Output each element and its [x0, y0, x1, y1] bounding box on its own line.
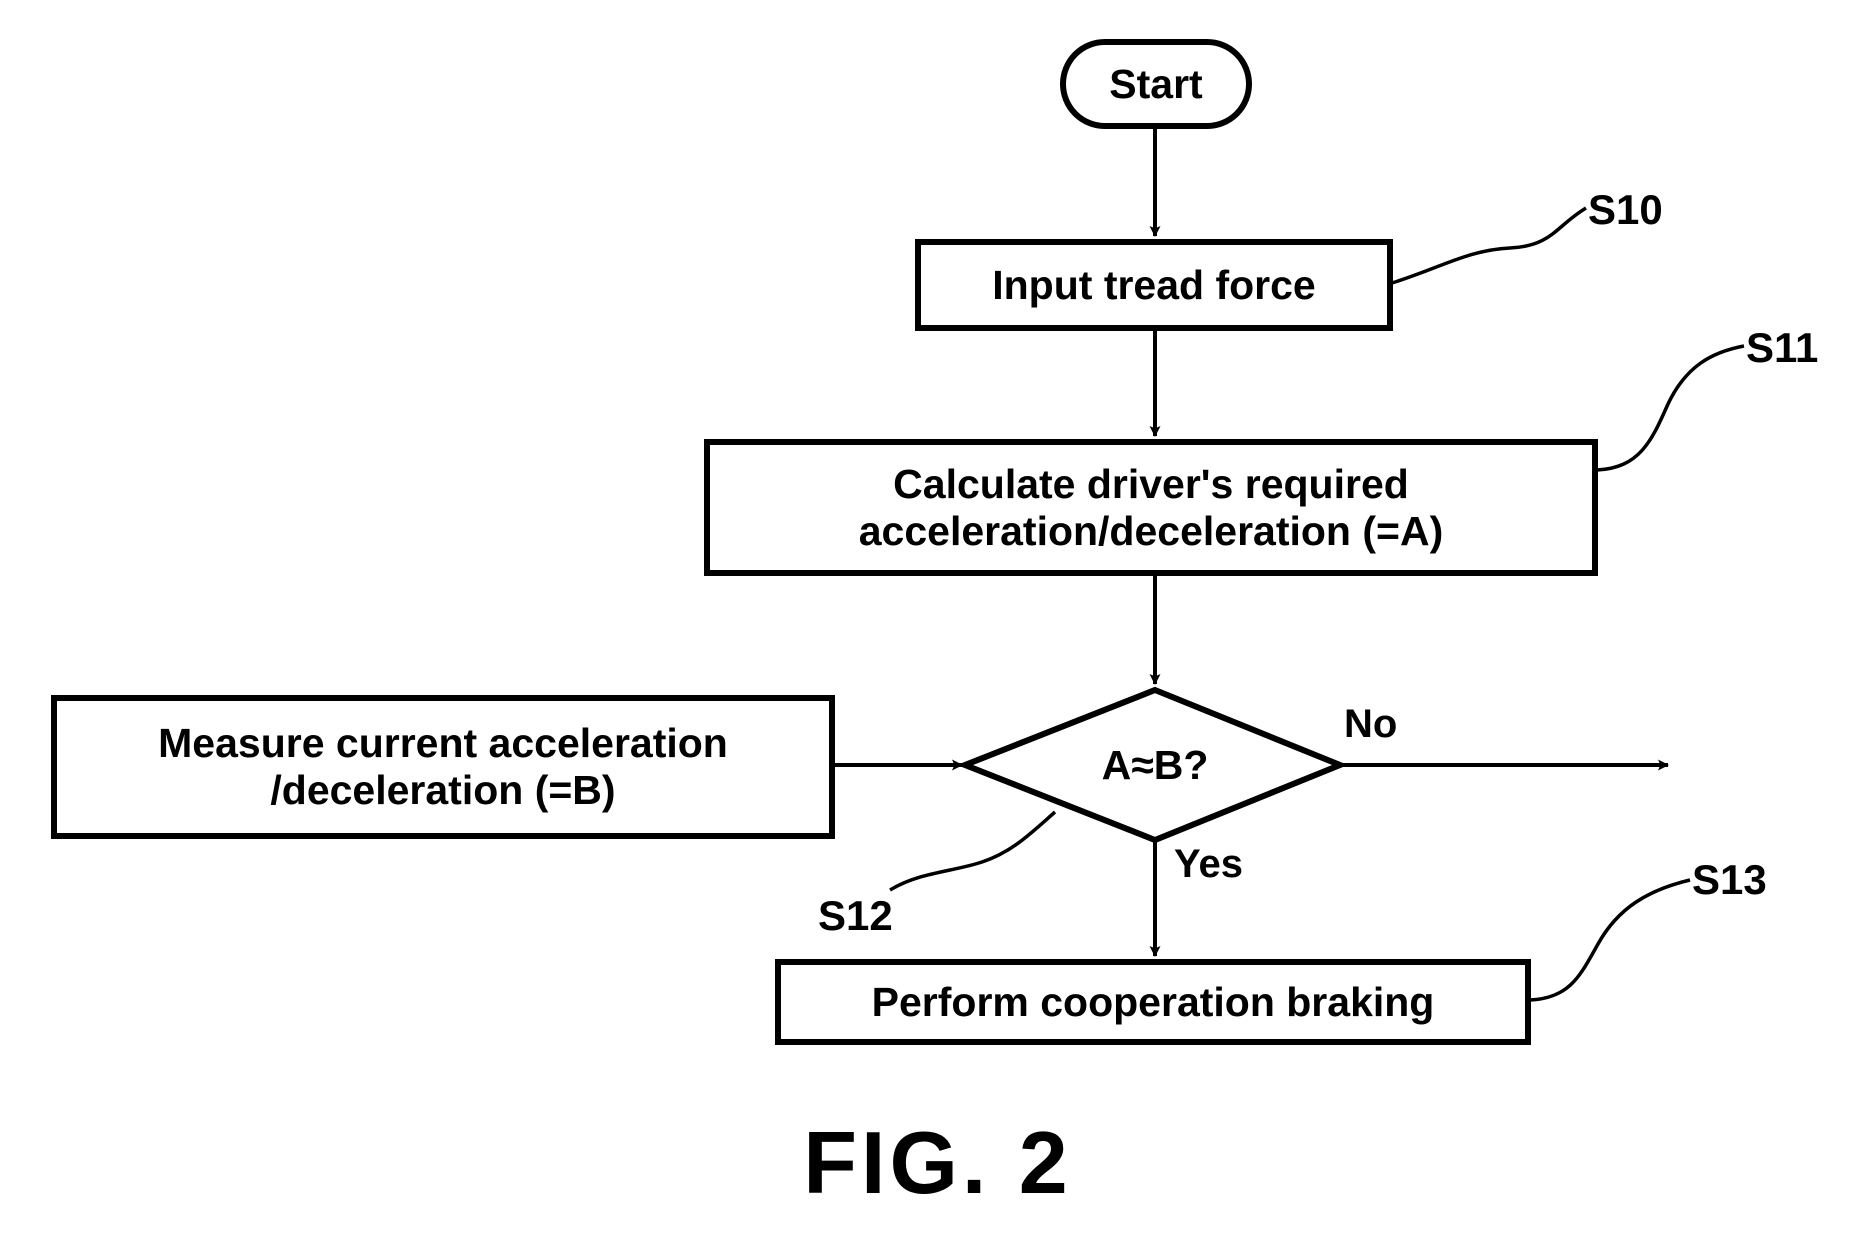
- leader-line-s12: [889, 810, 1057, 892]
- branch-label-no: No: [1344, 702, 1398, 746]
- node-s10-shape: [915, 239, 1393, 331]
- node-start-shape: [1060, 39, 1252, 129]
- node-s12-shape: [51, 695, 835, 839]
- node-decision-shape: [956, 686, 1348, 844]
- node-s13-shape: [775, 959, 1531, 1045]
- branch-label-yes: Yes: [1174, 842, 1243, 886]
- reference-label-s13: S13: [1692, 856, 1767, 903]
- leader-line-s11: [1596, 344, 1745, 472]
- reference-label-s10: S10: [1588, 186, 1663, 233]
- reference-label-s11: S11: [1746, 324, 1819, 371]
- figure-caption: FIG. 2: [803, 1113, 1072, 1212]
- leader-line-s13: [1529, 878, 1691, 1002]
- reference-label-s12: S12: [818, 892, 893, 939]
- leader-line-s10: [1391, 206, 1587, 285]
- node-s11-shape: [704, 439, 1598, 576]
- figure-canvas: Start Input tread force Calculate driver…: [0, 0, 1875, 1242]
